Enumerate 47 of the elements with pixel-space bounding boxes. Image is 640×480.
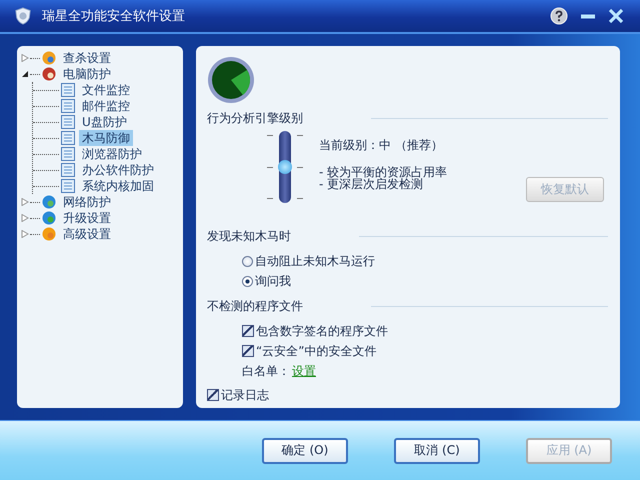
tree-item[interactable]: 邮件监控 — [79, 98, 133, 114]
page-icon — [60, 114, 76, 130]
tree-item[interactable]: 升级设置 — [60, 210, 114, 226]
option-label[interactable]: 自动阻止未知木马运行 — [255, 252, 375, 270]
checkbox[interactable] — [207, 389, 219, 401]
checkbox[interactable] — [242, 325, 254, 337]
option-label[interactable]: “云安全”中的安全文件 — [256, 342, 376, 360]
dialog-button[interactable]: 取消 (C) — [394, 438, 480, 464]
whitelist-link[interactable]: 设置 — [292, 362, 316, 380]
section-title: 不检测的程序文件 — [207, 298, 303, 314]
level-note: - 更深层次启发检测 — [319, 178, 424, 190]
tree-item[interactable]: 木马防御 — [79, 130, 133, 146]
radar-icon — [207, 56, 255, 104]
checkbox[interactable] — [242, 345, 254, 357]
tree-item[interactable]: 文件监控 — [79, 82, 133, 98]
tree-item[interactable]: 网络防护 — [60, 194, 114, 210]
tree-item[interactable]: 高级设置 — [60, 226, 114, 242]
current-level: 当前级别：中 （推荐） — [319, 137, 444, 154]
page-icon — [60, 162, 76, 178]
whitelist-label: 白名单： — [242, 362, 290, 380]
tree-item[interactable]: 电脑防护 — [60, 66, 114, 82]
page-icon — [60, 82, 76, 98]
section-title: 行为分析引擎级别 — [207, 110, 303, 126]
close-icon[interactable] — [608, 8, 624, 24]
option-label[interactable]: 询问我 — [255, 272, 291, 290]
tree-item[interactable]: 办公软件防护 — [79, 162, 157, 178]
expander-icon[interactable] — [21, 70, 29, 78]
page-icon — [60, 130, 76, 146]
option-label[interactable]: 记录日志 — [221, 386, 269, 404]
help-icon[interactable] — [550, 7, 568, 25]
tree-item[interactable]: 浏览器防护 — [79, 146, 145, 162]
tree-item[interactable]: U盘防护 — [79, 114, 130, 130]
radio-button[interactable] — [242, 256, 253, 266]
dialog-button[interactable]: 确定 (O) — [262, 438, 348, 464]
window-title: 瑞星全功能安全软件设置 — [42, 8, 185, 25]
level-note: - 较为平衡的资源占用率 — [319, 166, 448, 178]
level-slider[interactable] — [267, 131, 303, 203]
slider-thumb[interactable] — [278, 160, 292, 174]
tree-item[interactable]: 查杀设置 — [60, 50, 114, 66]
page-icon — [60, 146, 76, 162]
page-icon — [60, 98, 76, 114]
tree-item[interactable]: 系统内核加固 — [79, 178, 157, 194]
option-label[interactable]: 包含数字签名的程序文件 — [256, 322, 388, 340]
section-title: 发现未知木马时 — [207, 228, 291, 244]
radio-button[interactable] — [242, 276, 253, 286]
page-icon — [60, 178, 76, 194]
shield-logo-icon — [14, 7, 32, 25]
